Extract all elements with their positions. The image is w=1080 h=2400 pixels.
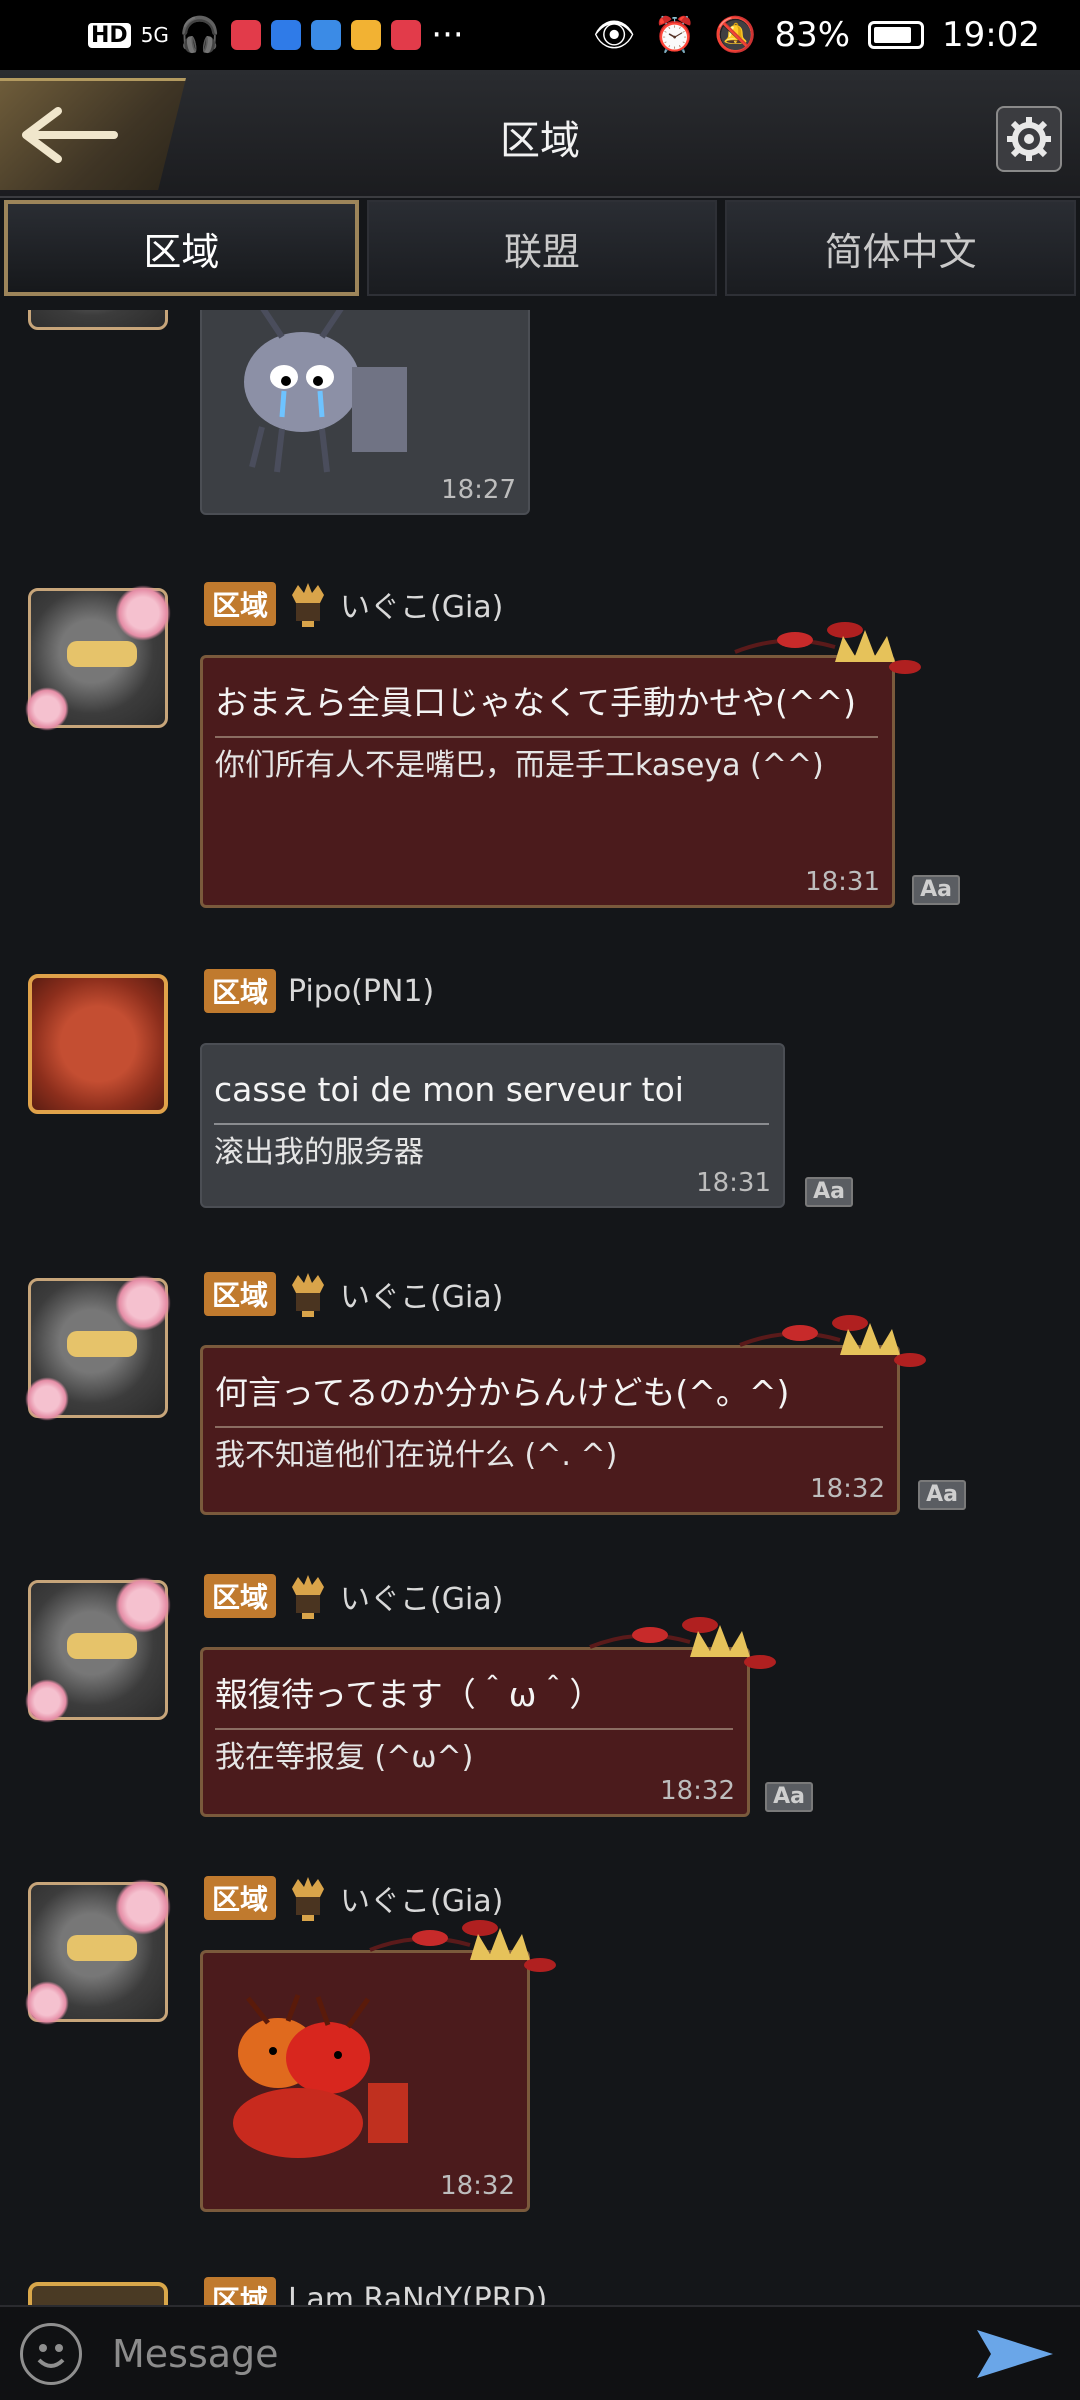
signal-icon: 5G <box>140 23 169 47</box>
username[interactable]: いぐこ(Gia) <box>340 1272 503 1316</box>
message-input[interactable] <box>112 2318 970 2389</box>
tab-simplified-chinese[interactable]: 简体中文 <box>725 200 1077 296</box>
cloud-notification-icon <box>311 20 342 50</box>
sunglasses-icon <box>67 1331 137 1357</box>
message-time: 18:32 <box>660 1776 735 1806</box>
rank-crown-icon <box>292 583 325 627</box>
translate-button[interactable]: Aa <box>912 875 960 905</box>
gear-icon <box>1007 117 1051 161</box>
translate-button[interactable]: Aa <box>918 1480 966 1510</box>
message-translation: 我在等报复 (^ω^) <box>215 1728 733 1778</box>
sunglasses-icon <box>67 1935 137 1961</box>
avatar[interactable] <box>28 310 168 330</box>
send-icon <box>977 2329 1053 2378</box>
alarm-icon: ⏰ <box>653 15 697 55</box>
region-badge: 区域 <box>204 1876 277 1920</box>
sticker-message[interactable]: 18:27 <box>200 310 530 515</box>
chat-notification-icon <box>351 20 382 50</box>
message-meta: 区域 いぐこ(Gia) <box>204 580 503 628</box>
avatar[interactable] <box>28 2282 168 2305</box>
status-left: HD 5G 🎧 ··· <box>88 15 464 55</box>
message-meta: 区域 Pipo(PN1) <box>204 967 434 1015</box>
hugging-ants-sticker <box>233 1994 408 2158</box>
battery-icon <box>868 21 925 49</box>
message-original: casse toi de mon serveur toi <box>214 1070 684 1109</box>
avatar[interactable] <box>25 585 171 731</box>
crown-decoration-icon <box>589 1617 776 1669</box>
more-icon: ··· <box>431 15 464 55</box>
sunglasses-icon <box>67 641 137 667</box>
username[interactable]: いぐこ(Gia) <box>340 582 503 626</box>
flower-decoration-icon <box>115 585 171 641</box>
translate-button[interactable]: Aa <box>805 1177 853 1207</box>
avatar[interactable] <box>25 1275 171 1421</box>
mute-icon: 🔕 <box>714 15 757 55</box>
message-meta: 区域 I am RaNdY(PRD) <box>204 2275 547 2305</box>
page-title: 区域 <box>500 118 580 164</box>
tab-region[interactable]: 区域 <box>4 200 359 296</box>
flower-decoration-icon <box>25 1679 69 1723</box>
message-bubble[interactable]: おまえら全員口じゃなくて手動かせや(^^) 你们所有人不是嘴巴，而是手工kase… <box>200 655 895 908</box>
flower-decoration-icon <box>25 687 69 731</box>
rank-crown-icon <box>292 1575 325 1619</box>
rank-crown-icon <box>292 1273 325 1317</box>
crying-ant-sticker <box>244 310 407 473</box>
region-badge: 区域 <box>204 1272 277 1316</box>
crown-decoration-icon <box>734 622 921 674</box>
message-meta: 区域 いぐこ(Gia) <box>204 1270 503 1318</box>
header: 区域 <box>0 70 1080 198</box>
avatar[interactable] <box>25 1879 171 2025</box>
message-translation: 你们所有人不是嘴巴，而是手工kaseya (^^) <box>215 736 878 786</box>
sunglasses-icon <box>67 1633 137 1659</box>
flower-decoration-icon <box>25 1981 69 2025</box>
region-badge: 区域 <box>204 1574 277 1618</box>
status-bar: HD 5G 🎧 ··· 👁 ⏰ 🔕 83% 19:02 <box>0 0 1080 70</box>
bulb-notification-icon <box>271 20 302 50</box>
tab-alliance[interactable]: 联盟 <box>366 200 718 296</box>
tab-bar: 区域 联盟 简体中文 <box>0 200 1080 300</box>
message-translation: 我不知道他们在说什么 (^. ^) <box>215 1426 883 1476</box>
translate-button[interactable]: Aa <box>765 1782 813 1812</box>
settings-button[interactable] <box>996 106 1062 172</box>
battery-percent: 83% <box>774 15 851 55</box>
avatar[interactable] <box>28 974 168 1114</box>
message-input-bar <box>0 2305 1080 2400</box>
flower-decoration-icon <box>25 1377 69 1421</box>
region-badge: 区域 <box>204 582 277 626</box>
smiley-icon <box>37 2343 65 2368</box>
app2-notification-icon <box>391 20 422 50</box>
message-meta: 区域 いぐこ(Gia) <box>204 1572 503 1620</box>
message-time: 18:27 <box>441 475 516 505</box>
app-notification-icon <box>231 20 262 50</box>
status-right: 👁 ⏰ 🔕 83% 19:02 <box>593 15 1040 55</box>
flower-decoration-icon <box>115 1879 171 1935</box>
username[interactable]: いぐこ(Gia) <box>340 1574 503 1618</box>
clock: 19:02 <box>942 15 1040 55</box>
message-time: 18:31 <box>805 867 880 897</box>
flower-decoration-icon <box>115 1275 171 1331</box>
crown-decoration-icon <box>369 1920 556 1972</box>
username[interactable]: Pipo(PN1) <box>288 974 434 1009</box>
send-button[interactable] <box>970 2319 1060 2389</box>
message-translation: 滚出我的服务器 <box>214 1123 769 1173</box>
message-time: 18:32 <box>810 1474 885 1504</box>
message-time: 18:31 <box>696 1168 771 1198</box>
message-time: 18:32 <box>440 2171 515 2201</box>
chat-list[interactable]: 18:27 区域 いぐこ(Gia) おまえら全員口じゃなくて手動かせや(^^) … <box>0 310 1080 2305</box>
hd-icon: HD <box>88 22 131 48</box>
username[interactable]: I am RaNdY(PRD) <box>288 2282 547 2306</box>
rank-crown-icon <box>292 1877 325 1921</box>
headphones-icon: 🎧 <box>178 15 222 55</box>
avatar[interactable] <box>25 1577 171 1723</box>
flower-decoration-icon <box>115 1577 171 1633</box>
eye-icon: 👁 <box>592 15 636 55</box>
emoji-button[interactable] <box>20 2322 82 2385</box>
message-bubble[interactable]: casse toi de mon serveur toi 滚出我的服务器 18:… <box>200 1043 785 1208</box>
crown-decoration-icon <box>739 1315 926 1367</box>
region-badge: 区域 <box>204 2277 277 2305</box>
region-badge: 区域 <box>204 969 277 1013</box>
